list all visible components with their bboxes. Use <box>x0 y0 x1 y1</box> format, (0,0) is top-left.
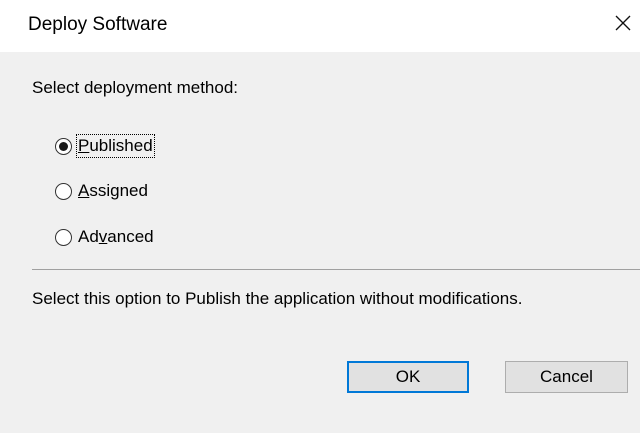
ok-button[interactable]: OK <box>347 361 469 393</box>
radio-button-published[interactable] <box>55 137 72 155</box>
close-button[interactable] <box>610 10 636 36</box>
deployment-method-prompt: Select deployment method: <box>32 78 239 97</box>
radio-label-published[interactable]: Published <box>76 134 155 158</box>
separator-line <box>32 269 640 270</box>
close-icon <box>615 15 631 31</box>
radio-button-advanced[interactable] <box>55 228 72 246</box>
radio-option-advanced[interactable]: Advanced <box>55 224 155 250</box>
option-description: Select this option to Publish the applic… <box>32 289 523 308</box>
radio-button-assigned[interactable] <box>55 182 72 200</box>
cancel-button[interactable]: Cancel <box>505 361 628 393</box>
radio-option-published[interactable]: Published <box>55 133 155 159</box>
radio-label-advanced[interactable]: Advanced <box>77 226 155 248</box>
radio-option-assigned[interactable]: Assigned <box>55 178 149 204</box>
radio-label-assigned[interactable]: Assigned <box>77 180 149 202</box>
deploy-software-dialog: Deploy Software Select deployment method… <box>0 0 640 433</box>
title-bar: Deploy Software <box>0 0 640 52</box>
window-title: Deploy Software <box>28 14 168 35</box>
